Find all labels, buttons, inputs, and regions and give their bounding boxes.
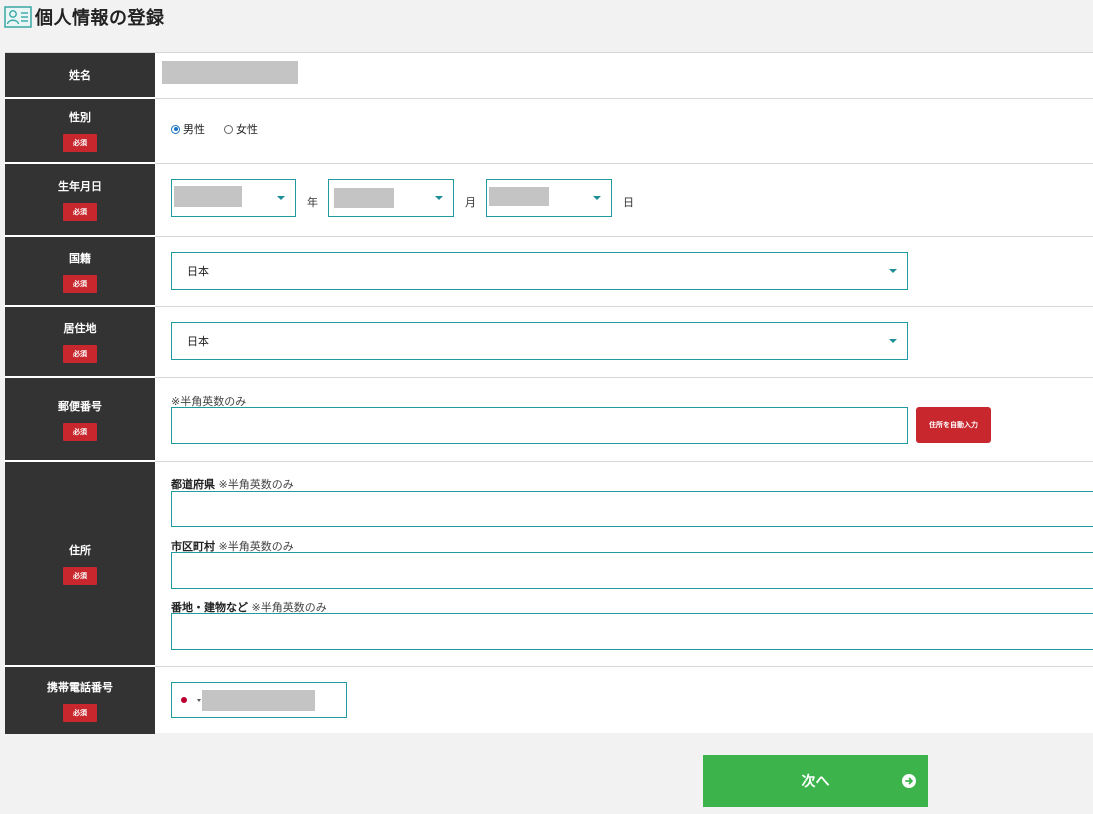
field-nationality: 日本 [155, 237, 1093, 306]
label-postal-text: 郵便番号 [58, 399, 102, 413]
japan-flag-icon[interactable] [181, 697, 187, 703]
nationality-select[interactable]: 日本 [171, 252, 908, 290]
arrow-right-circle-icon [902, 774, 916, 788]
radio-male-label: 男性 [183, 123, 205, 136]
label-gender-text: 性別 [69, 111, 91, 124]
prefecture-label-text: 都道府県 [171, 478, 215, 491]
row-postal: 郵便番号 必須 ※半角英数のみ 住所を自動入力 [5, 378, 1093, 462]
label-phone-text: 携帯電話番号 [47, 681, 113, 694]
day-unit: 日 [623, 196, 634, 209]
street-input[interactable] [171, 613, 1093, 650]
radio-female-dot[interactable] [224, 124, 233, 134]
next-button-label: 次へ [801, 774, 830, 790]
row-address: 住所 必須 都道府県 ※半角英数のみ 市区町村 ※半角英数のみ 番地・建物など … [5, 462, 1093, 667]
label-nationality-text: 国籍 [69, 251, 91, 265]
chevron-down-icon [593, 196, 601, 200]
residence-value: 日本 [187, 335, 209, 348]
label-birthdate-text: 生年月日 [58, 180, 102, 193]
prefecture-input[interactable] [171, 491, 1093, 527]
chevron-down-icon [277, 196, 285, 200]
label-name: 姓名 [5, 53, 155, 99]
birth-year-value-redacted [174, 186, 242, 207]
required-badge: 必須 [63, 704, 97, 722]
city-input[interactable] [171, 552, 1093, 589]
label-phone: 携帯電話番号 必須 [5, 667, 155, 734]
row-name: 姓名 [5, 53, 1093, 99]
required-badge: 必須 [63, 203, 97, 221]
field-phone [155, 667, 1093, 733]
phone-input[interactable] [171, 682, 347, 718]
radio-male-dot[interactable] [171, 124, 180, 134]
radio-female[interactable]: 女性 [224, 121, 258, 137]
radio-male[interactable]: 男性 [171, 121, 205, 137]
label-gender: 性別 必須 [5, 99, 155, 164]
row-phone: 携帯電話番号 必須 [5, 667, 1093, 734]
label-postal: 郵便番号 必須 [5, 378, 155, 462]
person-card-icon [4, 6, 32, 28]
birth-day-select[interactable] [486, 179, 612, 217]
chevron-down-icon [889, 269, 897, 273]
field-postal: ※半角英数のみ 住所を自動入力 [155, 378, 1093, 461]
label-nationality: 国籍 必須 [5, 237, 155, 307]
page-header: 個人情報の登録 [4, 4, 165, 30]
required-badge: 必須 [63, 134, 97, 152]
field-address: 都道府県 ※半角英数のみ 市区町村 ※半角英数のみ 番地・建物など ※半角英数の… [155, 462, 1093, 666]
birth-month-value-redacted [334, 188, 394, 208]
next-button[interactable]: 次へ [703, 755, 928, 807]
field-residence: 日本 [155, 307, 1093, 377]
auto-fill-address-button[interactable]: 住所を自動入力 [916, 407, 991, 443]
prefecture-hint: ※半角英数のみ [218, 478, 294, 491]
row-gender: 性別 必須 男性 女性 [5, 99, 1093, 164]
nationality-value: 日本 [187, 265, 209, 278]
row-birthdate: 生年月日 必須 年 月 日 [5, 164, 1093, 237]
residence-select[interactable]: 日本 [171, 322, 908, 360]
month-unit: 月 [465, 196, 476, 209]
chevron-down-icon [889, 339, 897, 343]
birth-year-select[interactable] [171, 179, 296, 217]
required-badge: 必須 [63, 345, 97, 363]
label-residence-text: 居住地 [63, 322, 97, 335]
chevron-down-icon [435, 196, 443, 200]
phone-value-redacted [202, 690, 315, 711]
name-value-redacted[interactable] [162, 61, 298, 84]
required-badge: 必須 [63, 567, 97, 585]
prefecture-label: 都道府県 ※半角英数のみ [171, 476, 294, 492]
year-unit: 年 [307, 196, 318, 209]
birth-month-select[interactable] [328, 179, 454, 217]
label-address: 住所 必須 [5, 462, 155, 667]
chevron-down-icon[interactable] [197, 699, 201, 702]
registration-form: 姓名 性別 必須 男性 女性 生年月日 必須 年 月 日 国籍 必須 日本 居住… [5, 52, 1093, 734]
radio-female-label: 女性 [236, 123, 258, 136]
birth-day-value-redacted [489, 187, 549, 206]
label-residence: 居住地 必須 [5, 307, 155, 378]
page-title: 個人情報の登録 [35, 8, 165, 29]
field-birthdate: 年 月 日 [155, 164, 1093, 236]
row-nationality: 国籍 必須 日本 [5, 237, 1093, 307]
postal-input[interactable] [171, 407, 908, 444]
label-address-text: 住所 [69, 544, 91, 557]
required-badge: 必須 [63, 274, 97, 293]
field-gender: 男性 女性 [155, 99, 1093, 163]
required-badge: 必須 [63, 422, 97, 441]
label-name-text: 姓名 [69, 69, 91, 82]
row-residence: 居住地 必須 日本 [5, 307, 1093, 378]
field-name [155, 53, 1093, 98]
label-birthdate: 生年月日 必須 [5, 164, 155, 237]
